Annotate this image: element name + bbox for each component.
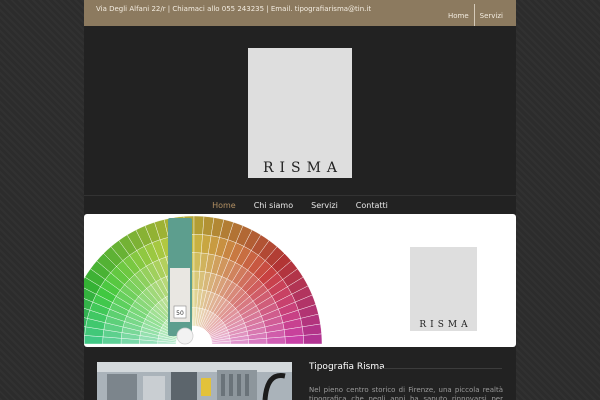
hero-banner: 50 RISMA: [84, 214, 516, 347]
top-nav: Home Servizi: [443, 4, 508, 26]
about-title-rule: [382, 368, 502, 369]
shop-photo: [97, 362, 292, 400]
nav-item-contatti[interactable]: Contatti: [347, 196, 397, 215]
top-nav-servizi[interactable]: Servizi: [475, 4, 508, 26]
nav-item-home[interactable]: Home: [203, 196, 245, 215]
top-nav-home[interactable]: Home: [443, 4, 474, 26]
hero-logo-text: RISMA: [419, 320, 472, 330]
main-nav: Home Chi siamo Servizi Contatti: [84, 195, 516, 215]
fan-swatch: [266, 336, 286, 345]
fan-number: 50: [176, 310, 184, 317]
contact-info: Via Degli Alfani 22/r | Chiamaci allo 05…: [96, 5, 372, 13]
fan-swatch: [284, 335, 304, 345]
site-logo[interactable]: RISMA: [248, 48, 352, 178]
top-nav-separator: [473, 4, 475, 26]
fan-pivot: [176, 327, 194, 345]
shop-photo-image: [97, 362, 292, 400]
color-fan-image: 50: [84, 215, 323, 345]
top-bar: Via Degli Alfani 22/r | Chiamaci allo 05…: [84, 0, 516, 26]
about-title: Tipografia Risma: [309, 362, 385, 372]
nav-item-chi-siamo[interactable]: Chi siamo: [245, 196, 302, 215]
logo-text: RISMA: [262, 160, 344, 176]
hero-logo: RISMA: [410, 247, 477, 331]
about-text: Nel pieno centro storico di Firenze, una…: [309, 386, 503, 400]
fan-swatch: [303, 333, 323, 345]
nav-item-servizi[interactable]: Servizi: [302, 196, 347, 215]
fan-swatch: [193, 215, 205, 235]
page-wrapper: Via Degli Alfani 22/r | Chiamaci allo 05…: [84, 0, 516, 400]
